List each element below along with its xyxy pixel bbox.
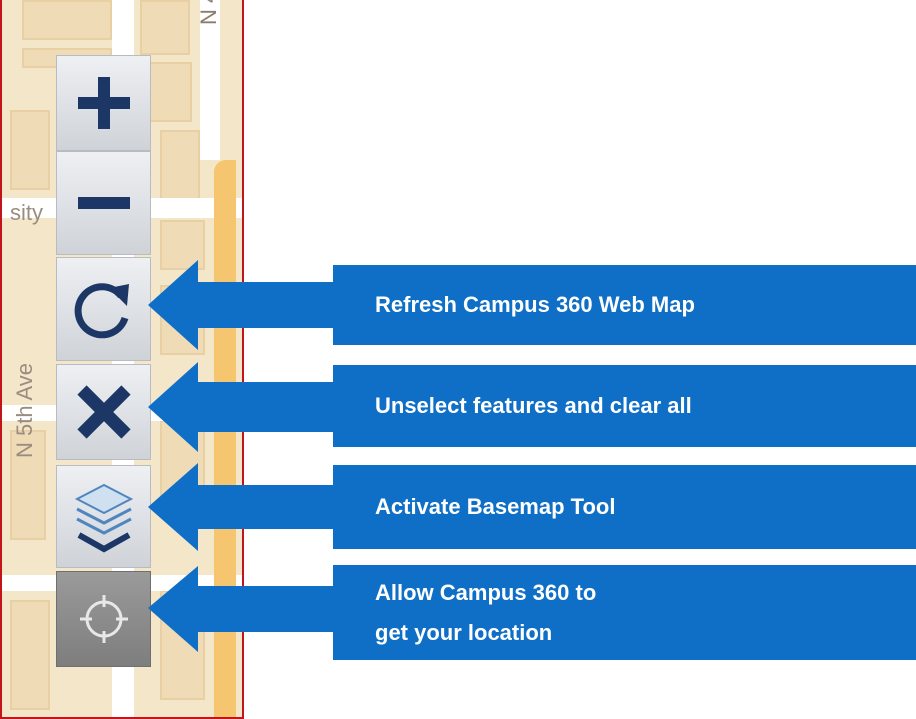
refresh-icon (74, 283, 129, 339)
callout-refresh: Refresh Campus 360 Web Map (148, 260, 916, 350)
layers-icon (74, 483, 133, 552)
callout-basemap: Activate Basemap Tool (148, 463, 916, 551)
arrow-left-icon (148, 463, 338, 551)
zoom-in-button[interactable] (56, 55, 151, 151)
close-icon (76, 385, 131, 439)
map-block (22, 0, 112, 40)
map-block (10, 600, 50, 710)
arrow-left-icon (148, 260, 338, 350)
street-label: N 5th Ave (12, 363, 37, 458)
zoom-out-button[interactable] (56, 151, 151, 255)
callout-clear: Unselect features and clear all (148, 362, 916, 452)
clear-button[interactable] (56, 364, 151, 460)
plus-icon (77, 77, 130, 129)
callout-label: Refresh Campus 360 Web Map (333, 265, 916, 345)
map-block (140, 0, 190, 55)
map-block (160, 130, 200, 200)
street-label: N 4 (196, 0, 221, 25)
callout-label: Allow Campus 360 to get your location (333, 565, 916, 660)
callout-label: Activate Basemap Tool (333, 465, 916, 549)
locate-button[interactable] (56, 571, 151, 667)
map-block (10, 110, 50, 190)
arrow-left-icon (148, 362, 338, 452)
refresh-button[interactable] (56, 257, 151, 361)
callout-locate: Allow Campus 360 to get your location (148, 560, 916, 665)
callout-label: Unselect features and clear all (333, 365, 916, 447)
crosshair-icon (79, 595, 128, 643)
street-label: sity (10, 200, 43, 225)
minus-icon (77, 197, 130, 209)
arrow-left-icon (148, 566, 338, 652)
basemap-button[interactable] (56, 465, 151, 568)
